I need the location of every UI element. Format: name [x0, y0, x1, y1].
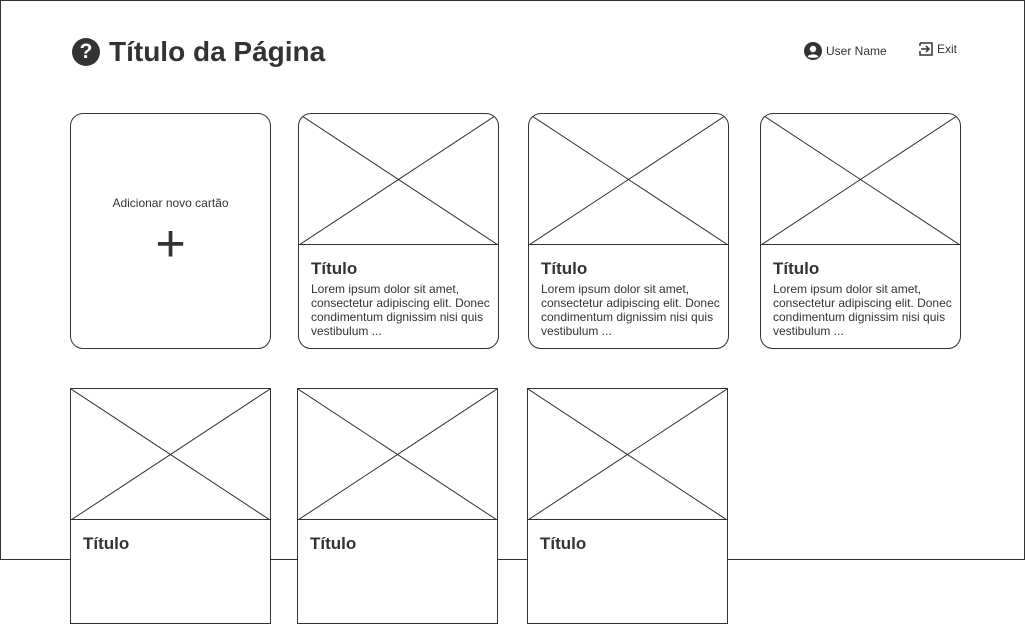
user-menu[interactable]: User Name	[804, 42, 887, 60]
exit-label: Exit	[937, 42, 958, 56]
image-placeholder	[298, 389, 497, 520]
user-name: User Name	[826, 44, 887, 58]
image-placeholder	[299, 114, 498, 245]
card-title: Título	[311, 259, 358, 278]
user-circle-icon	[804, 42, 822, 60]
card-title: Título	[773, 259, 820, 278]
card[interactable]: Título	[70, 388, 271, 624]
card-title: Título	[541, 259, 588, 278]
card-text: Lorem ipsum dolor sit amet, consectetur …	[541, 282, 720, 338]
card[interactable]: Título	[527, 388, 728, 624]
card[interactable]: Título	[297, 388, 498, 624]
add-card-label: Adicionar novo cartão	[112, 196, 229, 210]
help-icon[interactable]: ?	[72, 38, 100, 66]
image-placeholder	[528, 389, 727, 520]
image-placeholder	[71, 389, 270, 520]
page-header: ? Título da Página	[72, 36, 325, 68]
card-text: Lorem ipsum dolor sit amet, consectetur …	[311, 282, 490, 338]
exit-button[interactable]: Exit	[919, 42, 957, 56]
card-title: Título	[310, 534, 357, 553]
image-placeholder	[761, 114, 960, 245]
card[interactable]: Título Lorem ipsum dolor sit amet, conse…	[298, 113, 499, 349]
add-card-button[interactable]: Adicionar novo cartão +	[70, 113, 271, 349]
image-placeholder	[529, 114, 728, 245]
card[interactable]: Título Lorem ipsum dolor sit amet, conse…	[528, 113, 729, 349]
plus-icon: +	[155, 215, 186, 273]
card-text: Lorem ipsum dolor sit amet, consectetur …	[773, 282, 952, 338]
card-title: Título	[540, 534, 587, 553]
card[interactable]: Título Lorem ipsum dolor sit amet, conse…	[760, 113, 961, 349]
sign-out-icon	[919, 42, 933, 56]
page-frame: ? Título da Página User Name Exit Adicio…	[0, 0, 1025, 624]
page-title: Título da Página	[109, 36, 326, 67]
card-title: Título	[83, 534, 130, 553]
